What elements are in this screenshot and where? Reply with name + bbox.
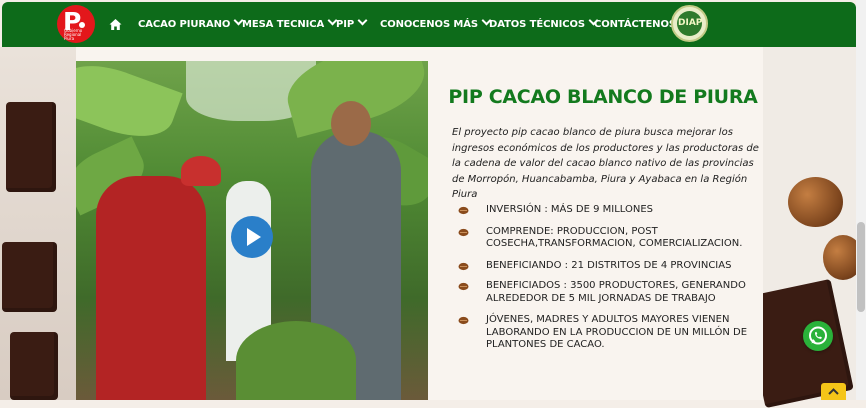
diap-badge[interactable]: DIAP [671, 5, 708, 42]
nav-item-datos-tecnicos[interactable]: DATOS TÉCNICOS [489, 15, 599, 30]
video-thumbnail[interactable] [76, 61, 428, 400]
nav-label: DATOS TÉCNICOS [489, 19, 585, 30]
cacao-pod-icon [458, 282, 469, 291]
play-button[interactable] [231, 216, 273, 258]
worker-red-vest [96, 176, 206, 400]
logo-subtitle: Gobierno Regional Piura [64, 28, 83, 41]
chevron-down-icon [357, 15, 368, 26]
fact-text: BENEFICIANDO : 21 DISTRITOS DE 4 PROVINC… [486, 259, 732, 271]
cacao-pod-icon [458, 228, 469, 236]
navbar: P Gobierno Regional Piura CACAO PIURANO … [2, 2, 856, 47]
list-item: INVERSIÓN : MÁS DE 9 MILLONES [456, 204, 762, 217]
whatsapp-icon [809, 326, 827, 345]
list-item: BENEFICIANDO : 21 DISTRITOS DE 4 PROVINC… [456, 260, 762, 273]
list-item: BENEFICIADOS : 3500 PRODUCTORES, GENERAN… [456, 280, 762, 305]
chevron-up-icon [828, 388, 839, 395]
nav-label: CACAO PIURANO [138, 19, 231, 30]
nav-label: CONOCENOS MÁS [380, 19, 479, 30]
nav-item-conocenos-mas[interactable]: CONOCENOS MÁS [380, 15, 492, 30]
nav-item-cacao-piurano[interactable]: CACAO PIURANO [138, 15, 244, 30]
badge-text: DIAP [678, 18, 703, 28]
nav-label: PIP [336, 19, 355, 30]
nav-item-mesa-tecnica[interactable]: MESA TECNICA [242, 15, 338, 30]
play-icon [247, 228, 261, 246]
chocolate-piece [6, 102, 56, 192]
fact-text: JÓVENES, MADRES Y ADULTOS MAYORES VIENEN… [486, 314, 748, 350]
cacao-pod-icon [458, 206, 469, 215]
fact-text: BENEFICIADOS : 3500 PRODUCTORES, GENERAN… [486, 280, 746, 304]
nav-item-pip[interactable]: PIP [336, 15, 368, 30]
red-cap [181, 156, 221, 186]
scroll-to-top-button[interactable] [821, 383, 846, 400]
cacao-pod-icon [458, 316, 469, 325]
fact-text: INVERSIÓN : MÁS DE 9 MILLONES [486, 204, 654, 215]
hazelnut [788, 177, 843, 227]
chocolate-piece [10, 332, 58, 400]
nav-label: MESA TECNICA [242, 19, 325, 30]
fact-text: COMPRENDE: PRODUCCION, POST COSECHA,TRAN… [486, 225, 743, 250]
cacao-seedling [236, 321, 356, 400]
chocolate-background-left [0, 47, 78, 400]
site-logo[interactable]: P Gobierno Regional Piura [57, 5, 95, 43]
chocolate-piece [2, 242, 57, 312]
nav-label: CONTÁCTENOS [594, 19, 676, 30]
cacao-pod-icon [458, 262, 469, 270]
man-head [331, 101, 371, 146]
project-facts-list: INVERSIÓN : MÁS DE 9 MILLONES COMPRENDE:… [456, 204, 762, 352]
project-description: El proyecto pip cacao blanco de piura bu… [452, 127, 759, 200]
scrollbar-track[interactable] [856, 0, 866, 400]
page-title: PIP CACAO BLANCO DE PIURA [448, 86, 758, 108]
home-icon[interactable] [109, 18, 122, 31]
list-item: JÓVENES, MADRES Y ADULTOS MAYORES VIENEN… [456, 314, 762, 352]
whatsapp-button[interactable] [803, 321, 833, 351]
scrollbar-thumb[interactable] [857, 222, 865, 312]
list-item: COMPRENDE: PRODUCCION, POST COSECHA,TRAN… [456, 226, 762, 251]
nav-item-contactenos[interactable]: CONTÁCTENOS [594, 19, 676, 30]
